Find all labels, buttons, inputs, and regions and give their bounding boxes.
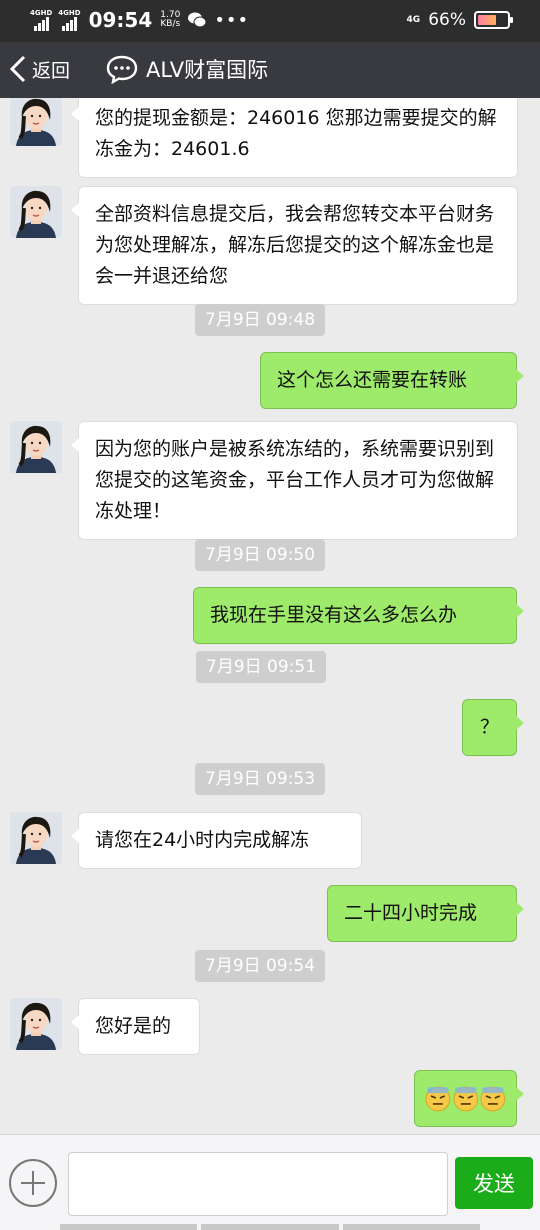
incoming-message[interactable]: 您好是的 xyxy=(71,998,200,1055)
more-notifications-icon: ••• xyxy=(214,9,250,31)
message-text: 全部资料信息提交后，我会帮您转交本平台财务为您处理解冻，解冻后您提交的这个解冻金… xyxy=(95,203,495,287)
battery-percent: 66% xyxy=(428,10,466,30)
chat-title: ALV财富国际 xyxy=(106,54,268,84)
sweat-face-emoji xyxy=(425,1086,451,1111)
message-text: 我现在手里没有这么多怎么办 xyxy=(210,604,458,626)
input-bar: 发送 xyxy=(0,1134,540,1230)
chat-title-text: ALV财富国际 xyxy=(146,58,269,82)
bottom-indicator xyxy=(60,1224,480,1230)
incoming-message[interactable]: 请您在24小时内完成解冻 xyxy=(71,812,362,869)
message-list[interactable]: 您的提现金额是：246016 您那边需要提交的解冻金为：24601.6 全部资料… xyxy=(0,98,540,1134)
incoming-message[interactable]: 您的提现金额是：246016 您那边需要提交的解冻金为：24601.6 xyxy=(71,98,518,178)
timestamp: 7月9日 09:53 xyxy=(195,763,326,795)
battery-fill xyxy=(478,15,497,25)
timestamp: 7月9日 09:50 xyxy=(195,539,326,571)
agent-avatar[interactable] xyxy=(10,812,62,864)
signal-sim1: 4GHD xyxy=(30,9,52,31)
timestamp: 7月9日 09:48 xyxy=(195,304,326,336)
outgoing-message[interactable]: ？ xyxy=(462,699,524,756)
chat-bubble-icon xyxy=(106,55,138,84)
sim2-label: 4GHD xyxy=(58,9,81,17)
outgoing-message[interactable]: 二十四小时完成 xyxy=(327,885,524,942)
sim1-label: 4GHD xyxy=(30,9,53,17)
message-text: 二十四小时完成 xyxy=(344,902,478,924)
message-input[interactable] xyxy=(68,1152,448,1216)
clock: 09:54 xyxy=(88,8,153,32)
network-speed: 1.70 KB/s xyxy=(160,11,180,29)
speed-unit: KB/s xyxy=(160,19,181,29)
message-text: 您好是的 xyxy=(95,1015,172,1037)
message-text: 因为您的账户是被系统冻结的，系统需要识别到您提交的这笔资金，平台工作人员才可为您… xyxy=(95,438,495,522)
chat-header: 返回 ALV财富国际 xyxy=(0,42,540,98)
sweat-face-emoji xyxy=(453,1086,478,1111)
plus-circle-icon[interactable] xyxy=(9,1159,57,1207)
battery-icon xyxy=(474,11,513,29)
agent-avatar[interactable] xyxy=(10,186,62,238)
message-text: 请您在24小时内完成解冻 xyxy=(95,829,310,851)
back-label: 返回 xyxy=(32,59,71,82)
timestamp: 7月9日 09:51 xyxy=(196,651,327,683)
agent-avatar[interactable] xyxy=(10,998,62,1050)
message-text: 您的提现金额是：246016 您那边需要提交的解冻金为：24601.6 xyxy=(95,107,497,160)
message-text: ？ xyxy=(479,716,499,738)
back-button[interactable]: 返回 xyxy=(8,54,70,84)
wechat-icon xyxy=(188,12,207,28)
outgoing-message[interactable] xyxy=(414,1070,524,1127)
timestamp: 7月9日 09:54 xyxy=(195,950,326,982)
incoming-message[interactable]: 全部资料信息提交后，我会帮您转交本平台财务为您处理解冻，解冻后您提交的这个解冻金… xyxy=(71,186,518,305)
sweat-face-emoji xyxy=(480,1086,506,1111)
message-text: 这个怎么还需要在转账 xyxy=(277,369,468,391)
send-button[interactable]: 发送 xyxy=(455,1157,533,1209)
signal-bars-icon xyxy=(61,17,77,31)
signal-sim2: 4GHD xyxy=(58,9,81,31)
back-chevron-icon xyxy=(9,55,26,83)
network-type: 4G xyxy=(406,15,421,25)
agent-avatar[interactable] xyxy=(10,421,62,473)
outgoing-message[interactable]: 这个怎么还需要在转账 xyxy=(260,352,524,409)
agent-avatar[interactable] xyxy=(10,98,62,146)
incoming-message[interactable]: 因为您的账户是被系统冻结的，系统需要识别到您提交的这笔资金，平台工作人员才可为您… xyxy=(71,421,518,540)
status-bar: 4GHD 4GHD 09:54 1.70 KB/s ••• 4G 66% xyxy=(0,0,540,42)
outgoing-message[interactable]: 我现在手里没有这么多怎么办 xyxy=(193,587,524,644)
signal-bars-icon xyxy=(33,17,49,31)
